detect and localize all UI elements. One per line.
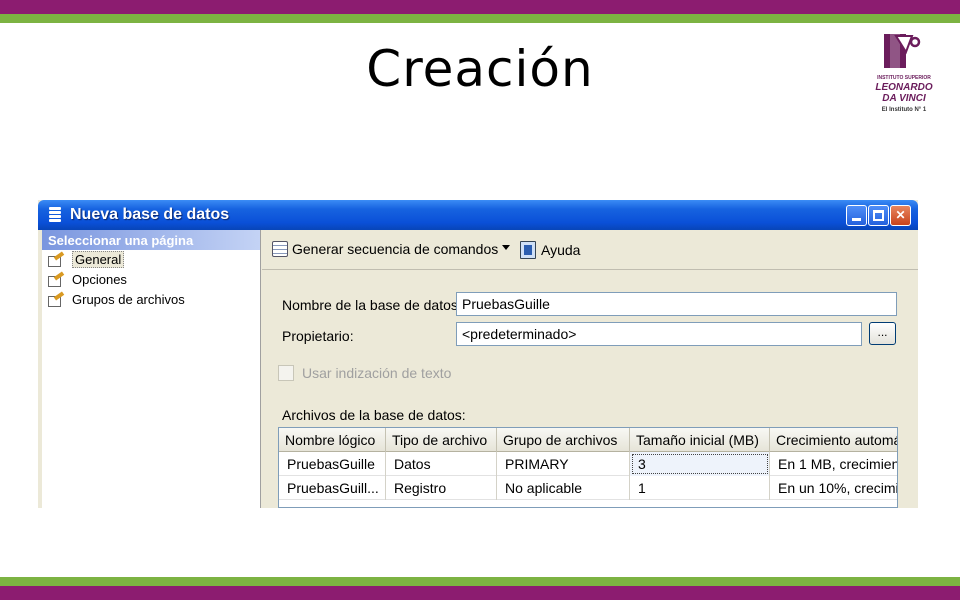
top-green-band bbox=[0, 14, 960, 23]
cell-initial-size[interactable]: 1 bbox=[630, 476, 770, 500]
owner-label: Propietario: bbox=[282, 328, 354, 344]
owner-input[interactable]: <predeterminado> bbox=[456, 322, 862, 346]
help-icon bbox=[520, 241, 536, 259]
sidebar-item-general[interactable]: General bbox=[42, 250, 260, 270]
column-header-file-type[interactable]: Tipo de archivo bbox=[386, 428, 497, 452]
slide-title: Creación bbox=[366, 40, 594, 98]
page-icon bbox=[48, 251, 65, 267]
column-header-autogrowth[interactable]: Crecimiento automát bbox=[770, 428, 897, 452]
page-icon bbox=[48, 291, 65, 307]
fulltext-label: Usar indización de texto bbox=[302, 365, 452, 381]
logo-line-3: DA VINCI bbox=[882, 93, 926, 104]
cell-initial-size[interactable]: 3 bbox=[630, 452, 770, 476]
cell-filegroup[interactable]: No aplicable bbox=[497, 476, 630, 500]
window-title: Nueva base de datos bbox=[70, 206, 230, 223]
sidebar-item-options[interactable]: Opciones bbox=[42, 270, 260, 290]
cell-logical-name[interactable]: PruebasGuill... bbox=[279, 476, 386, 500]
cell-file-type[interactable]: Datos bbox=[386, 452, 497, 476]
table-row[interactable]: PruebasGuille Datos PRIMARY 3 En 1 MB, c… bbox=[279, 452, 897, 476]
sidebar-item-label: Opciones bbox=[72, 272, 127, 287]
top-purple-band bbox=[0, 0, 960, 14]
bottom-green-band bbox=[0, 577, 960, 586]
db-name-input[interactable]: PruebasGuille bbox=[456, 292, 897, 316]
browse-owner-button[interactable]: ... bbox=[869, 322, 896, 345]
minimize-button[interactable] bbox=[846, 205, 867, 226]
database-files-grid: Nombre lógico Tipo de archivo Grupo de a… bbox=[278, 427, 898, 508]
grid-header-row: Nombre lógico Tipo de archivo Grupo de a… bbox=[279, 428, 897, 452]
script-dropdown-arrow-icon[interactable] bbox=[502, 245, 510, 250]
page-selector-panel: Seleccionar una página General Opciones … bbox=[42, 230, 261, 508]
database-files-label: Archivos de la base de datos: bbox=[282, 407, 466, 423]
column-header-logical-name[interactable]: Nombre lógico bbox=[279, 428, 386, 452]
table-row[interactable]: PruebasGuill... Registro No aplicable 1 … bbox=[279, 476, 897, 500]
db-name-label: Nombre de la base de datos: bbox=[282, 297, 462, 313]
cell-filegroup[interactable]: PRIMARY bbox=[497, 452, 630, 476]
toolbar: Generar secuencia de comandos Ayuda bbox=[262, 230, 918, 270]
logo-line-4: El Instituto N° 1 bbox=[881, 107, 927, 113]
logo-line-2: LEONARDO bbox=[875, 82, 933, 93]
window-titlebar[interactable]: Nueva base de datos ✕ bbox=[38, 200, 918, 230]
new-database-window: Nueva base de datos ✕ Seleccionar una pá… bbox=[38, 200, 918, 508]
cell-autogrowth[interactable]: En 1 MB, crecimient bbox=[770, 452, 897, 476]
sidebar-item-label: General bbox=[72, 251, 125, 268]
generate-script-label: Generar secuencia de comandos bbox=[292, 241, 499, 257]
close-button[interactable]: ✕ bbox=[890, 205, 911, 226]
logo-line-1: INSTITUTO SUPERIOR bbox=[877, 75, 931, 81]
help-button[interactable]: Ayuda bbox=[520, 241, 580, 259]
bottom-purple-band bbox=[0, 586, 960, 600]
database-icon bbox=[49, 207, 61, 223]
column-header-initial-size[interactable]: Tamaño inicial (MB) bbox=[630, 428, 770, 452]
generate-script-button[interactable]: Generar secuencia de comandos bbox=[272, 241, 498, 257]
logo-emblem-icon bbox=[884, 34, 921, 68]
page-icon bbox=[48, 271, 65, 287]
maximize-icon bbox=[873, 210, 884, 221]
cell-autogrowth[interactable]: En un 10%, crecimie bbox=[770, 476, 897, 500]
cell-file-type[interactable]: Registro bbox=[386, 476, 497, 500]
script-icon bbox=[272, 241, 288, 257]
fulltext-checkbox[interactable] bbox=[278, 365, 294, 381]
sidebar-item-filegroups[interactable]: Grupos de archivos bbox=[42, 290, 260, 310]
help-label: Ayuda bbox=[541, 242, 581, 258]
column-header-filegroup[interactable]: Grupo de archivos bbox=[497, 428, 630, 452]
page-selector-header: Seleccionar una página bbox=[42, 230, 260, 250]
maximize-button[interactable] bbox=[868, 205, 889, 226]
sidebar-item-label: Grupos de archivos bbox=[72, 292, 185, 307]
minimize-icon bbox=[852, 218, 861, 221]
institute-logo: INSTITUTO SUPERIOR LEONARDO DA VINCI El … bbox=[868, 30, 940, 120]
cell-logical-name[interactable]: PruebasGuille bbox=[279, 452, 386, 476]
